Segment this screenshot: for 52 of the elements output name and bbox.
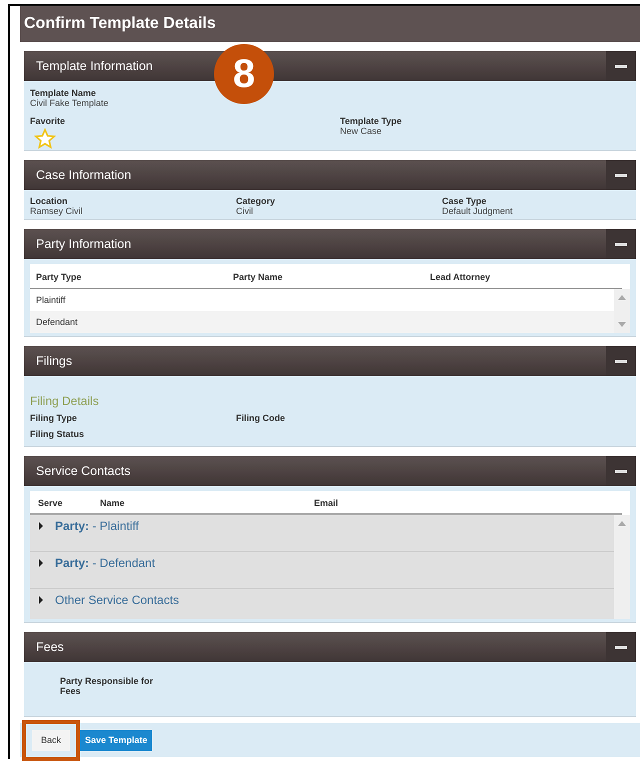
contact-group[interactable]: Party: - Defendant <box>30 552 614 589</box>
group-label: Other Service Contacts <box>55 593 180 607</box>
contact-group[interactable]: Other Service Contacts <box>30 589 614 619</box>
scrollbar[interactable] <box>614 289 630 333</box>
table-row[interactable]: Defendant <box>30 311 614 333</box>
field-label: Filing Type <box>30 413 78 423</box>
collapse-button[interactable] <box>606 160 636 190</box>
collapse-button[interactable] <box>606 229 636 259</box>
column-header: Name <box>100 498 126 508</box>
table-cell: Plaintiff <box>36 295 66 305</box>
expand-icon[interactable] <box>39 596 43 604</box>
group-label: Party: - Plaintiff <box>55 519 139 533</box>
field-label: Template Name <box>30 88 97 98</box>
column-header: Party Type <box>36 272 82 282</box>
section-title: Fees <box>36 640 64 654</box>
section-title: Service Contacts <box>36 464 130 478</box>
subsection-title: Filing Details <box>30 394 100 408</box>
expand-icon[interactable] <box>39 559 43 567</box>
field-value: Default Judgment <box>442 206 514 216</box>
column-header: Lead Attorney <box>430 272 492 282</box>
section-title: Case Information <box>36 168 132 182</box>
save-button[interactable]: Save Template <box>80 730 152 750</box>
field-label: Filing Status <box>30 429 85 439</box>
field-value: Civil <box>236 206 254 216</box>
page-title: Confirm Template Details <box>24 15 216 33</box>
field-label: Template Type <box>340 116 403 126</box>
table-cell: Defendant <box>36 317 78 327</box>
field-label: Party Responsible for Fees <box>60 676 154 696</box>
section-title: Template Information <box>36 59 153 73</box>
field-label: Favorite <box>30 116 66 126</box>
group-label: Party: - Defendant <box>55 556 156 570</box>
scrollbar[interactable] <box>614 515 630 619</box>
expand-icon[interactable] <box>39 522 43 530</box>
back-button[interactable]: Back <box>32 730 70 750</box>
field-value: Civil Fake Template <box>30 98 110 108</box>
column-header: Serve <box>38 498 64 508</box>
column-header: Email <box>314 498 338 508</box>
column-header: Party Name <box>233 272 284 282</box>
field-label: Category <box>236 196 276 206</box>
collapse-button[interactable] <box>606 346 636 376</box>
collapse-button[interactable] <box>606 632 636 662</box>
field-label: Location <box>30 196 68 206</box>
section-title: Filings <box>36 354 72 368</box>
field-value: New Case <box>340 126 383 136</box>
collapse-button[interactable] <box>606 456 636 486</box>
field-label: Case Type <box>442 196 488 206</box>
section-title: Party Information <box>36 237 132 251</box>
field-value: Ramsey Civil <box>30 206 84 216</box>
star-icon[interactable] <box>34 128 56 150</box>
contact-group[interactable]: Party: - Plaintiff <box>30 515 614 552</box>
field-label: Filing Code <box>236 413 286 423</box>
collapse-button[interactable] <box>606 51 636 81</box>
